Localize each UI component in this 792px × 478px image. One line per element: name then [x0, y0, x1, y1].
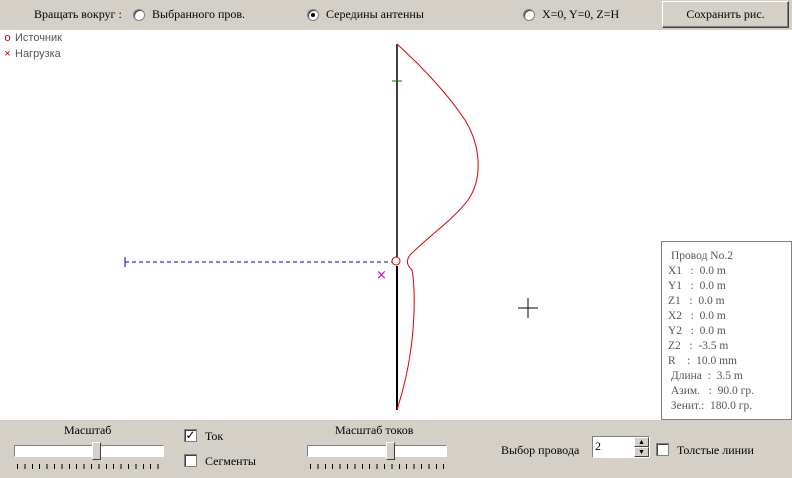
wire-info-line: Зенит.: 180.0 гр.: [668, 400, 753, 412]
spin-down-icon[interactable]: ▼: [634, 447, 649, 457]
wire-select-input[interactable]: [593, 437, 633, 455]
scale-slider-thumb[interactable]: [91, 442, 101, 460]
wire-info-title: Провод No.2: [671, 250, 733, 262]
wire-info-line: Y1 : 0.0 m: [668, 280, 726, 292]
current-scale-slider-track[interactable]: [307, 445, 447, 457]
spin-up-icon[interactable]: ▲: [634, 437, 649, 447]
wire-info-line: Y2 : 0.0 m: [668, 325, 726, 337]
radio-antenna-center[interactable]: Середины антенны: [307, 7, 424, 22]
segments-label: Сегменты: [205, 454, 256, 468]
wire-info-line: Z2 : -3.5 m: [668, 340, 729, 352]
wire-info-line: Z1 : 0.0 m: [668, 295, 725, 307]
wire-info-line: Длина : 3.5 m: [668, 370, 743, 382]
wire-info-line: R : 10.0 mm: [668, 355, 738, 367]
radio-dot[interactable]: [133, 8, 145, 21]
top-toolbar: Вращать вокруг : Выбранного пров. Середи…: [0, 0, 792, 30]
wire-select-spinner[interactable]: ▲ ▼: [592, 436, 650, 458]
radio-label: Середины антенны: [326, 7, 424, 21]
current-scale-slider-ticks: [310, 464, 445, 469]
radio-label: X=0, Y=0, Z=H: [542, 7, 620, 21]
radio-label: Выбранного пров.: [152, 7, 246, 21]
wire-info-line: X1 : 0.0 m: [668, 265, 726, 277]
radio-selected-wire[interactable]: Выбранного пров.: [133, 7, 245, 22]
source-marker: [391, 256, 401, 266]
segments-checkbox[interactable]: [184, 454, 197, 467]
scale-slider-track[interactable]: [14, 445, 164, 457]
wire-info-panel: Провод No.2 X1 : 0.0 m Y1 : 0.0 m Z1 : 0.0…: [661, 241, 792, 420]
wire-info-line: X2 : 0.0 m: [668, 310, 726, 322]
wire-info-lines: X1 : 0.0 m Y1 : 0.0 m Z1 : 0.0 m X2 : 0.0 m…: [662, 264, 791, 414]
scale-slider-ticks: [17, 464, 162, 469]
current-scale-label: Масштаб токов: [335, 423, 414, 437]
load-marker: ×: [376, 268, 387, 283]
rotate-around-label: Вращать вокруг :: [34, 7, 122, 21]
thick-lines-label: Толстые линии: [677, 443, 754, 457]
wire-info-line: Азим. : 90.0 гр.: [668, 385, 754, 397]
radio-dot[interactable]: [523, 8, 535, 21]
radio-dot[interactable]: [307, 8, 319, 21]
radio-origin-h[interactable]: X=0, Y=0, Z=H: [523, 7, 619, 22]
bottom-panel: Масштаб ✓ Ток Сегменты Масштаб токов Выб…: [0, 420, 792, 478]
current-label: Ток: [205, 429, 224, 443]
current-checkbox[interactable]: ✓: [184, 429, 197, 442]
current-distribution-curve: [396, 43, 479, 411]
current-scale-slider-thumb[interactable]: [385, 442, 395, 460]
antenna-view-canvas[interactable]: o Источник × Нагрузка × Провод No.2 X1 :…: [0, 30, 792, 420]
wire-select-label: Выбор провода: [501, 443, 580, 457]
save-picture-button[interactable]: Сохранить рис.: [662, 1, 789, 28]
scale-label: Масштаб: [64, 423, 112, 437]
thick-lines-checkbox[interactable]: [656, 443, 669, 456]
